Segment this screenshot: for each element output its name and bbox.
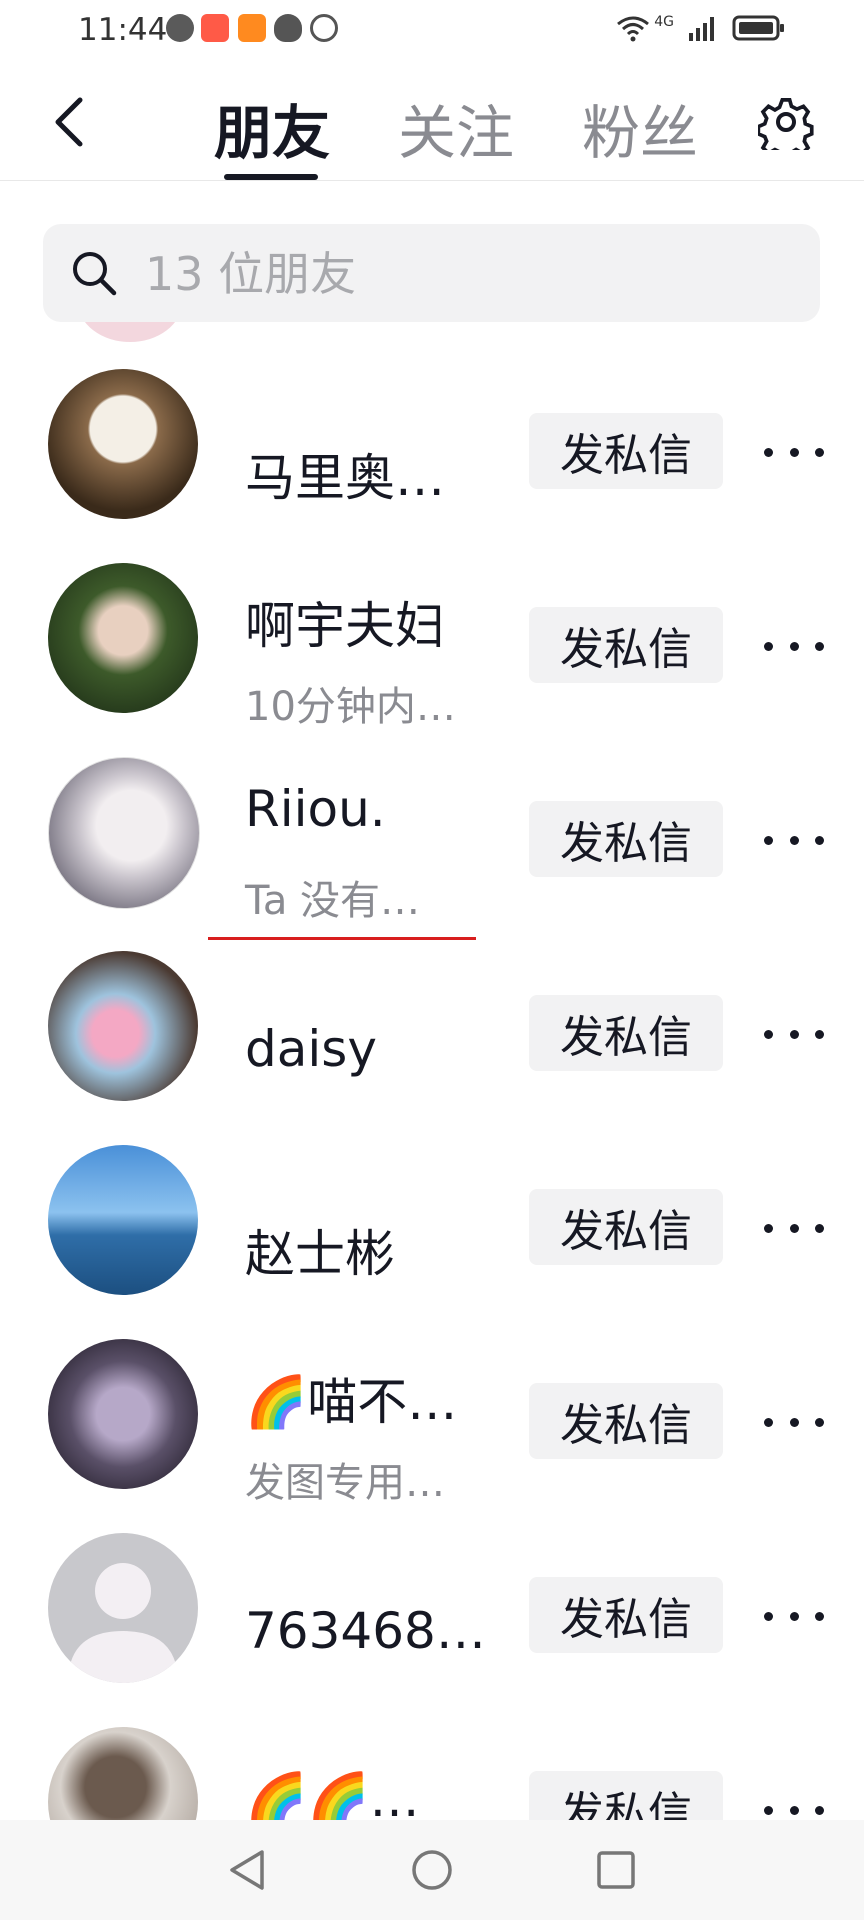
hand-app-icon [310,14,338,42]
home-circle-icon[interactable] [406,1844,458,1896]
friend-name: 763468… [245,1602,486,1660]
status-time: 11:44 [78,12,168,48]
friend-name: 啊宇夫妇 [245,597,445,655]
tab-friends[interactable]: 朋友 [214,86,330,170]
more-icon[interactable] [764,1014,824,1054]
more-icon[interactable] [764,1596,824,1636]
avatar[interactable] [48,951,198,1101]
more-icon[interactable] [764,1208,824,1248]
more-icon[interactable] [764,432,824,472]
avatar[interactable] [48,369,198,519]
video-app-icon [238,14,266,42]
avatar[interactable] [48,1145,198,1295]
search-bar[interactable] [43,224,820,324]
list-item[interactable]: 🌈喵不… 发图专用… 发私信 [0,1292,864,1506]
message-button[interactable]: 发私信 [529,1383,723,1459]
signal-icon [689,17,714,41]
list-item[interactable]: daisy 发私信 [0,904,864,1101]
list-item[interactable]: 马里奥… 发私信 [0,322,864,519]
system-nav-bar [0,1820,864,1920]
more-icon[interactable] [764,626,824,666]
basketball-app-icon [166,14,194,42]
message-button[interactable]: 发私信 [529,1771,723,1820]
recents-square-icon[interactable] [590,1844,642,1896]
list-item[interactable]: Riiou. Ta 没有… 发私信 [0,710,864,924]
status-bar: 11:44 4G [0,0,864,64]
more-icon[interactable] [764,1790,824,1820]
back-triangle-icon[interactable] [222,1844,274,1896]
wifi-icon [617,16,650,42]
avatar[interactable] [48,1533,198,1683]
more-icon[interactable] [764,820,824,860]
qq-penguin-icon [274,14,302,42]
friend-name: 赵士彬 [245,1225,395,1283]
friend-name: 🌈喵不… [245,1373,458,1431]
friend-name: daisy [245,1020,377,1078]
message-button[interactable]: 发私信 [529,607,723,683]
friend-name: Riiou. [245,780,386,838]
active-tab-indicator [224,174,318,180]
network-type: 4G [654,14,674,30]
avatar[interactable] [48,563,198,713]
list-item[interactable]: 763468… 发私信 [0,1486,864,1683]
avatar[interactable] [48,757,200,909]
battery-icon [732,15,784,41]
avatar[interactable] [48,1727,198,1820]
friend-name: 🌈🌈… [245,1770,420,1820]
message-button[interactable]: 发私信 [529,801,723,877]
friend-name: 马里奥… [245,449,445,507]
chevron-left-icon[interactable] [48,94,88,150]
more-icon[interactable] [764,1402,824,1442]
annotation-underline [208,937,476,940]
default-avatar-icon [68,1563,178,1683]
tab-fans[interactable]: 粉丝 [582,86,698,170]
list-item[interactable]: 赵士彬 发私信 [0,1098,864,1295]
list-item[interactable]: 啊宇夫妇 10分钟内… 发私信 [0,516,864,730]
shopping-app-icon [201,14,229,42]
message-button[interactable]: 发私信 [529,1189,723,1265]
message-button[interactable]: 发私信 [529,995,723,1071]
message-button[interactable]: 发私信 [529,413,723,489]
list-item[interactable]: 🌈🌈… 发私信 [0,1680,864,1820]
gear-icon[interactable] [758,94,814,150]
friend-list: 马里奥… 发私信 啊宇夫妇 10分钟内… 发私信 Riiou. Ta 没有… 发… [0,322,864,1820]
avatar[interactable] [48,1339,198,1489]
message-button[interactable]: 发私信 [529,1577,723,1653]
search-icon [73,252,117,296]
tab-following[interactable]: 关注 [398,86,514,170]
search-input[interactable] [143,224,787,324]
top-nav: 朋友 关注 粉丝 [0,64,864,181]
